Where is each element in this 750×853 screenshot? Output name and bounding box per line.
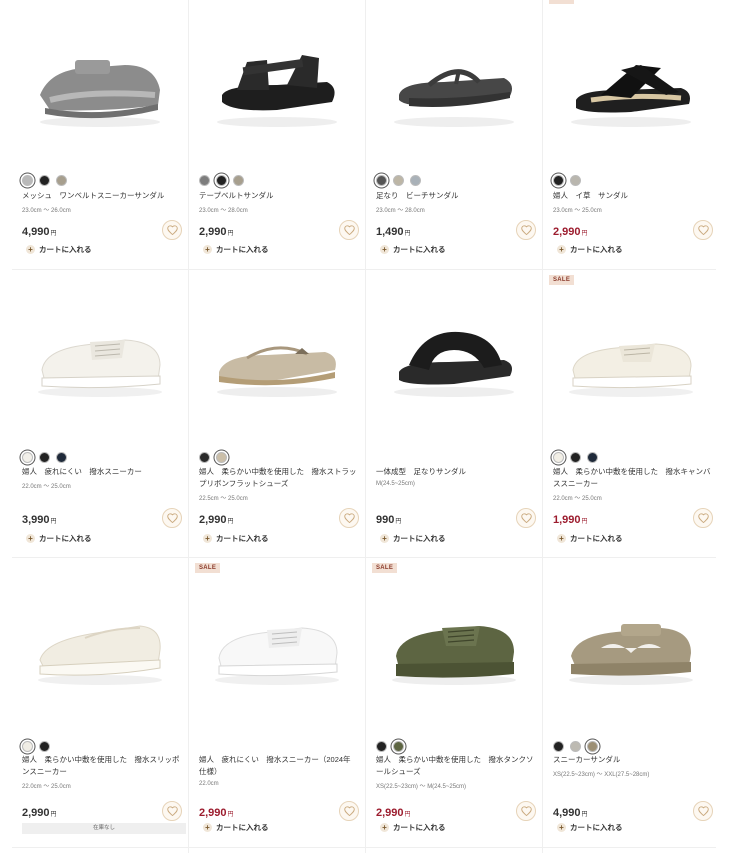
color-swatch[interactable] <box>376 741 387 752</box>
product-card[interactable]: 婦人 柔らかい中敷を使用した 撥水スリッポンスニーカー 22.0cm 〜 25.0… <box>12 0 187 853</box>
plus-icon: + <box>380 823 389 832</box>
favorite-button[interactable] <box>339 801 359 821</box>
color-swatch[interactable] <box>39 741 50 752</box>
heart-icon <box>343 806 355 816</box>
heart-icon <box>697 806 709 816</box>
product-name[interactable]: 婦人 柔らかい中敷を使用した 撥水タンクソールシューズ <box>376 754 534 778</box>
price-currency: 円 <box>50 812 57 818</box>
shoe-illustration <box>37 625 162 685</box>
favorite-button[interactable] <box>162 801 182 821</box>
product-price: 2,990円 <box>376 807 411 819</box>
color-swatch[interactable] <box>587 741 598 752</box>
add-to-cart-button[interactable]: + カートに入れる <box>380 822 446 833</box>
heart-icon <box>520 806 532 816</box>
product-size-range: XS(22.5~23cm) 〜 M(24.5~25cm) <box>376 784 467 790</box>
product-name[interactable]: スニーカーサンダル <box>553 754 711 766</box>
product-size-range: 22.0cm 〜 25.0cm <box>22 784 71 790</box>
favorite-button[interactable] <box>516 801 536 821</box>
product-image[interactable] <box>189 573 364 713</box>
product-price: 4,990円 <box>553 807 588 819</box>
product-card[interactable]: スニーカーサンダル XS(22.5~23cm) 〜 XXL(27.5~28cm) 4… <box>543 0 718 853</box>
price-currency: 円 <box>227 812 234 818</box>
heart-icon <box>166 806 178 816</box>
product-image[interactable] <box>366 573 541 713</box>
product-size-range: XS(22.5~23cm) 〜 XXL(27.5~28cm) <box>553 772 650 778</box>
price-value: 4,990 <box>553 807 581 819</box>
color-swatch[interactable] <box>553 741 564 752</box>
shoe-illustration <box>214 627 339 685</box>
price-value: 2,990 <box>376 807 404 819</box>
add-to-cart-label: カートに入れる <box>216 823 269 832</box>
product-image[interactable] <box>12 573 187 713</box>
color-swatches <box>22 741 50 752</box>
price-value: 2,990 <box>199 807 227 819</box>
price-value: 2,990 <box>22 807 50 819</box>
out-of-stock-label: 在庫なし <box>22 823 186 834</box>
price-currency: 円 <box>581 812 588 818</box>
add-to-cart-label: カートに入れる <box>393 823 446 832</box>
favorite-button[interactable] <box>693 801 713 821</box>
add-to-cart-button[interactable]: + カートに入れる <box>203 822 269 833</box>
color-swatches <box>376 741 404 752</box>
product-price: 2,990円 <box>22 807 57 819</box>
product-grid: メッシュ ワンベルトスニーカーサンダル 23.0cm 〜 26.0cm 4,990円… <box>0 0 750 853</box>
color-swatches <box>553 741 598 752</box>
sale-badge: SALE <box>372 563 398 573</box>
product-name[interactable]: 婦人 疲れにくい 撥水スニーカー（2024年仕様） <box>199 754 357 778</box>
product-size-range: 22.0cm <box>199 781 219 787</box>
product-card[interactable]: SALE 婦人 疲れにくい 撥水スニーカー（2024年仕様） 22.0cm 2,990… <box>189 0 364 853</box>
color-swatch[interactable] <box>393 741 404 752</box>
plus-icon: + <box>203 823 212 832</box>
product-image[interactable] <box>543 573 718 713</box>
product-card[interactable]: SALE 婦人 柔らかい中敷を使用した 撥水タンクソールシューズ XS(22.5~2… <box>366 0 541 853</box>
shoe-illustration <box>391 626 516 685</box>
add-to-cart-label: カートに入れる <box>570 823 623 832</box>
color-swatch[interactable] <box>570 741 581 752</box>
color-swatch[interactable] <box>22 741 33 752</box>
sale-badge: SALE <box>195 563 221 573</box>
price-currency: 円 <box>404 812 411 818</box>
product-price: 2,990円 <box>199 807 234 819</box>
product-name[interactable]: 婦人 柔らかい中敷を使用した 撥水スリッポンスニーカー <box>22 754 180 778</box>
shoe-illustration <box>568 624 693 685</box>
plus-icon: + <box>557 823 566 832</box>
add-to-cart-button[interactable]: + カートに入れる <box>557 822 623 833</box>
